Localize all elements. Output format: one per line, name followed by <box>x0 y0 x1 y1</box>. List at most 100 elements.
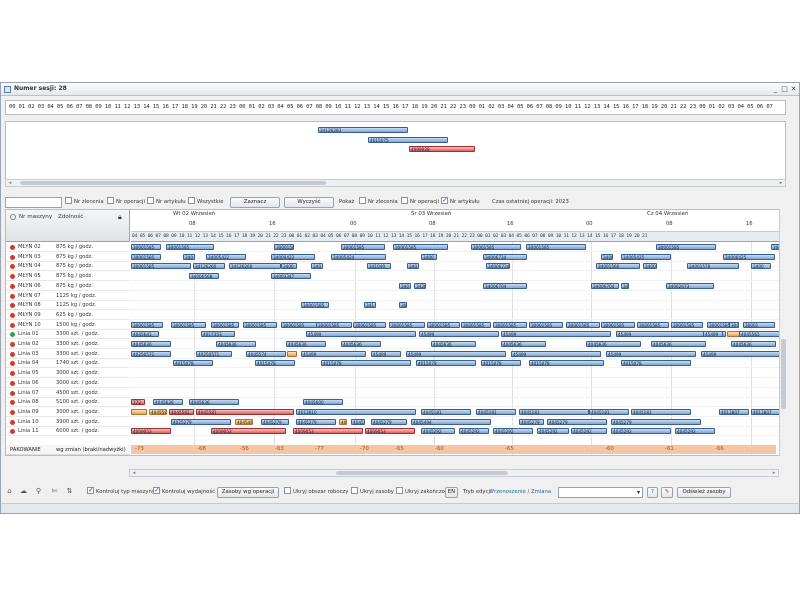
task-bar[interactable]: 4045181 <box>519 408 589 415</box>
cloud-icon[interactable]: ☁ <box>19 487 28 496</box>
task-bar[interactable]: 34126260 <box>229 263 281 270</box>
minimize-button[interactable]: _ <box>771 84 780 94</box>
task-bar[interactable]: 4045292 <box>571 428 607 435</box>
task-bar[interactable]: 30001585 <box>529 321 563 328</box>
task-bar[interactable]: 45499 <box>606 350 696 357</box>
grid-horizontal-scrollbar[interactable]: ◂ ▸ <box>129 469 779 477</box>
vertical-scrollbar-thumb[interactable] <box>781 339 786 409</box>
task-bar[interactable]: 4015078 <box>173 360 213 367</box>
task-bar[interactable]: 30001585 <box>656 244 716 250</box>
task-bar[interactable]: 4045279 <box>611 418 701 425</box>
task-bar[interactable]: 4045636 <box>731 341 776 347</box>
task-bar[interactable]: 4045494 <box>411 418 491 425</box>
task-bar[interactable]: 4045574 <box>246 350 286 357</box>
task-bar[interactable]: 4015078 <box>255 360 295 367</box>
task-bar[interactable]: 34006568 <box>189 273 219 280</box>
schedule-lane[interactable]: 4045641 4017353 45499 45499 45499 45499 45499 4… <box>131 330 785 340</box>
help-button[interactable]: ? <box>647 487 658 498</box>
task-bar[interactable]: 45499 <box>419 331 499 338</box>
task-bar[interactable]: 4009053 <box>131 428 171 435</box>
task-bar[interactable]: 4045641 <box>131 331 159 338</box>
schedule-lane[interactable]: 3403426340067043400670434034062673 <box>131 282 785 291</box>
task-bar[interactable]: 4045581 <box>196 408 294 415</box>
task-bar[interactable]: 30001585 <box>637 321 669 328</box>
close-button[interactable]: ✕ <box>789 84 798 94</box>
task-bar[interactable]: 30001585 <box>427 321 460 328</box>
scrollbar-thumb[interactable] <box>20 181 326 185</box>
task-bar[interactable]: 3426 <box>414 282 426 289</box>
ukryj-zakonczone-checkbox[interactable]: Ukryj zakończone <box>396 487 451 498</box>
task-bar[interactable]: 34006704 <box>591 282 619 289</box>
task-bar[interactable]: 4015078 <box>481 360 521 367</box>
scrollbar-thumb[interactable] <box>336 471 508 475</box>
schedule-lane[interactable]: 30001585 340 34005422 34009422 34005424 3400 3… <box>131 253 785 262</box>
scroll-right-icon[interactable]: ▸ <box>778 180 784 186</box>
scroll-left-icon[interactable]: ◂ <box>131 470 137 476</box>
show-nr-operacji-checkbox[interactable]: Nr operacji <box>401 197 439 208</box>
scroll-left-icon[interactable]: ◂ <box>7 180 13 186</box>
machine-row[interactable]: Linia 11 6000 szt. / godz. <box>6 427 130 437</box>
search-input[interactable] <box>5 197 62 208</box>
task-bar[interactable]: 30001585 <box>131 263 191 270</box>
task-bar[interactable]: 3400 <box>281 263 297 270</box>
task-bar[interactable]: 4045636 <box>153 399 183 406</box>
task-bar[interactable]: 30001 <box>743 321 775 328</box>
task-bar[interactable]: 30001585 <box>131 244 161 250</box>
machine-row[interactable]: MŁYN 06 875 kg / godz. <box>6 282 130 291</box>
task-bar[interactable]: 45499 <box>511 350 601 357</box>
task-bar[interactable]: 34001560 <box>596 263 640 270</box>
task-bar[interactable]: 30001585 <box>274 244 294 250</box>
task-bar[interactable]: 4045279 <box>519 418 544 425</box>
task-bar[interactable]: 4015078 <box>416 360 476 367</box>
task-bar[interactable]: 3400 <box>643 263 657 270</box>
task-bar[interactable]: 4045181 <box>631 408 691 415</box>
machine-row[interactable]: Linia 04 1740 szt. / godz. <box>6 359 130 369</box>
wyczysc-button[interactable]: Wyczyść <box>284 197 334 208</box>
sort-icon[interactable]: ⇅ <box>65 487 74 496</box>
schedule-lane[interactable] <box>131 389 785 398</box>
maximize-button[interactable]: □ <box>780 84 789 94</box>
schedule-lane[interactable]: 4045581404558140455814013810404518140451… <box>131 408 785 417</box>
task-bar[interactable]: 4045561 <box>739 331 784 338</box>
ukryj-zasoby-checkbox[interactable]: Ukryj zasoby <box>351 487 394 498</box>
schedule-lane[interactable]: 34006568 34003347 <box>131 272 785 282</box>
grid-vertical-scrollbar[interactable] <box>779 209 787 456</box>
task-bar[interactable]: 4045581 <box>169 408 194 415</box>
task-bar[interactable]: 30001585 <box>211 321 239 328</box>
task-bar[interactable]: 4045279 <box>547 418 607 425</box>
schedule-lane[interactable]: 772 4045636 4045636 4045600 <box>131 398 785 408</box>
task-bar[interactable]: 30001585 <box>281 321 317 328</box>
machine-row[interactable]: Linia 05 3000 szt. / godz. <box>6 369 130 379</box>
task-bar[interactable]: 4045279 <box>371 418 407 425</box>
task-bar[interactable]: 4045279 <box>351 418 365 425</box>
task-bar[interactable]: 4045636 <box>216 341 256 347</box>
task-bar[interactable]: 34126260 <box>193 263 225 270</box>
task-bar[interactable]: 40 <box>339 418 347 425</box>
task-bar[interactable]: 772 <box>131 399 145 406</box>
task-bar[interactable]: 4045181 <box>476 408 516 415</box>
machine-row[interactable]: Linia 07 4500 szt. / godz. <box>6 389 130 398</box>
task-bar[interactable]: 4025279 <box>171 418 231 425</box>
task-bar[interactable]: 340 <box>311 263 323 270</box>
schedule-lane[interactable] <box>131 379 785 388</box>
task-bar[interactable]: 340 <box>399 282 411 289</box>
task-bar[interactable]: 45499 <box>371 350 401 357</box>
task-bar[interactable]: 4015078 <box>529 360 604 367</box>
task-bar[interactable]: 4045581 <box>149 408 167 415</box>
task-bar[interactable]: 4009053 <box>365 428 415 435</box>
task-bar[interactable]: 30001585 <box>166 244 214 250</box>
task-bar[interactable]: 45499 <box>703 331 723 338</box>
task-bar[interactable]: 34062673 <box>666 282 714 289</box>
machine-row[interactable]: MŁYN 02 875 kg / godz. <box>6 243 130 252</box>
nr-operacji-checkbox[interactable]: Nr operacji <box>107 197 145 208</box>
lock-icon[interactable]: 🔒︎ <box>118 213 122 222</box>
task-bar[interactable]: 4045292 <box>537 428 569 435</box>
task-bar[interactable]: 34005425 <box>621 253 671 260</box>
task-bar[interactable]: 4045600 <box>303 399 343 406</box>
edit-mode-select[interactable]: ▾ <box>558 487 643 498</box>
top-gantt-bar[interactable]: 4009028 <box>409 146 475 152</box>
task-bar[interactable]: 30001585 <box>389 321 425 328</box>
schedule-lane[interactable]: 4045636 4045636 4045636 4045636 4045636 40456… <box>131 340 785 349</box>
schedule-lane[interactable] <box>131 292 785 301</box>
task-bar[interactable]: 30001585 <box>393 244 448 250</box>
